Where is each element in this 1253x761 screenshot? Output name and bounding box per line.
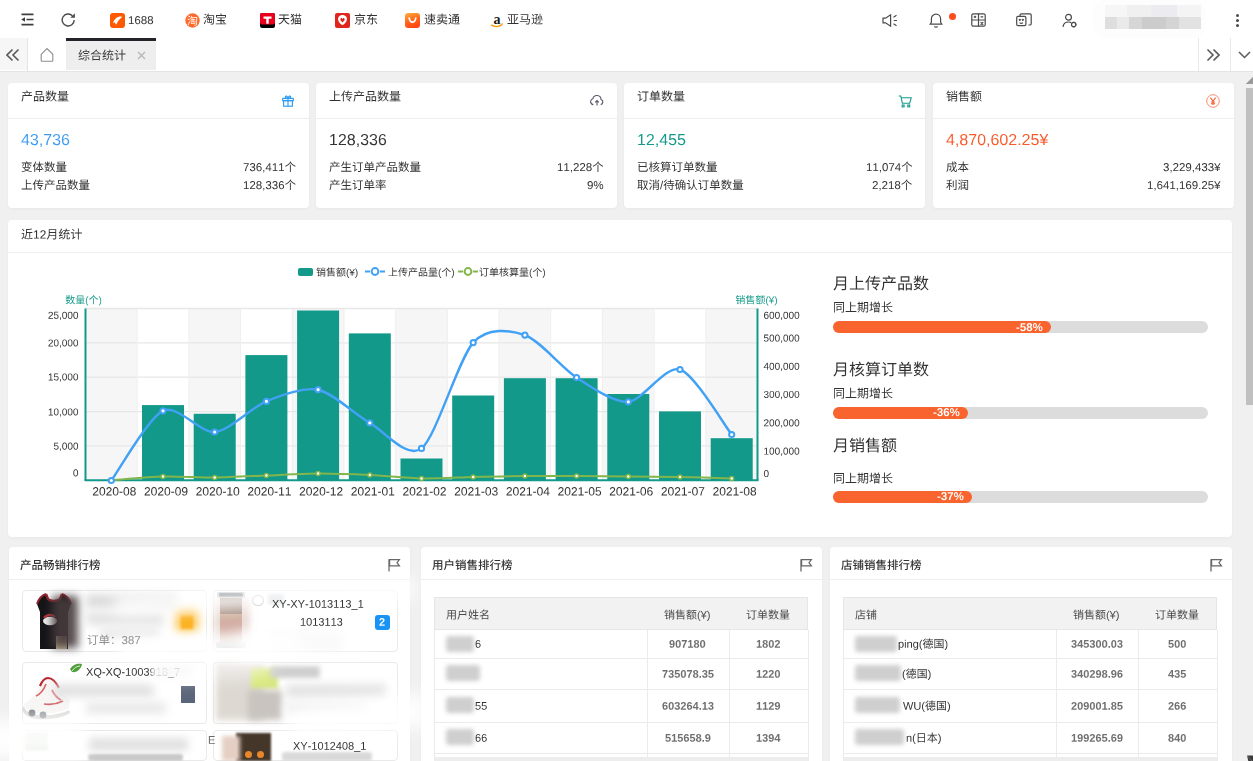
svg-text:a: a (494, 12, 501, 27)
